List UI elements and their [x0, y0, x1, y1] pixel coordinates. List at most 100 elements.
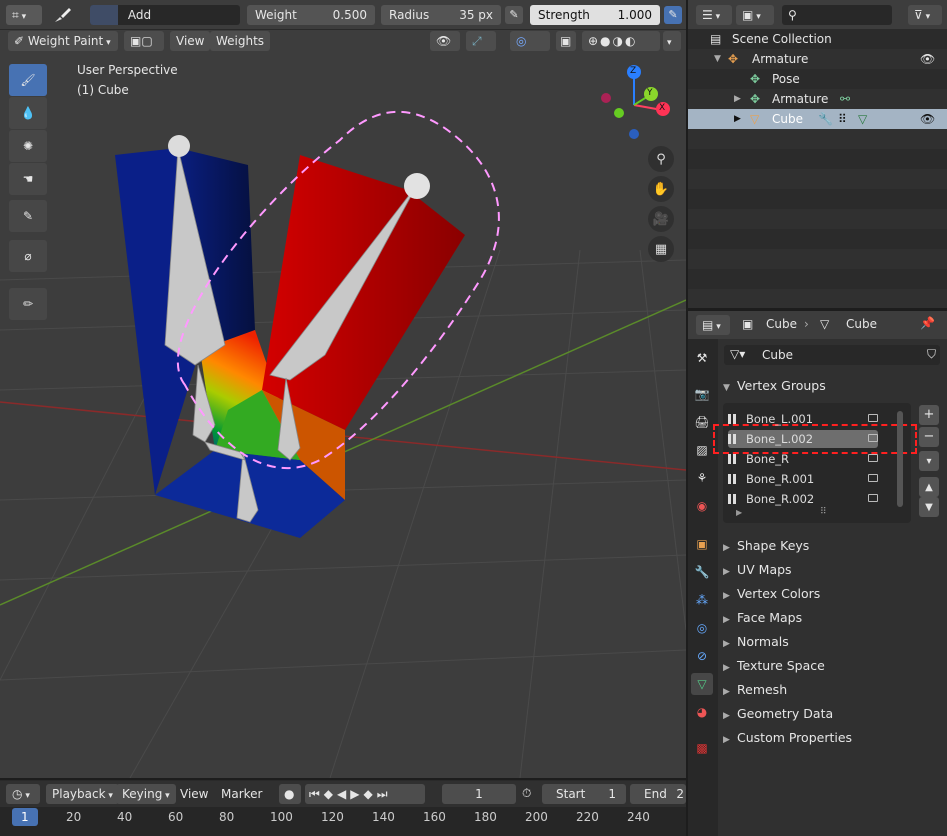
shading-modes[interactable]: ⊕●◑◐ — [582, 31, 660, 51]
radius-field[interactable]: Radius 35 px — [381, 5, 501, 25]
weight-field[interactable]: Weight 0.500 — [247, 5, 375, 25]
tool-smear[interactable]: ☚ — [9, 163, 47, 195]
properties-editor-type[interactable]: ▤ ▾ — [696, 315, 730, 335]
tool-sample-weight[interactable]: ⌀ — [9, 240, 47, 272]
brush-selector[interactable]: Add — [90, 5, 240, 25]
filter-triangle-icon[interactable]: ▶ — [736, 508, 742, 517]
gizmo-x-label[interactable]: X — [659, 103, 665, 113]
visibility-dropdown[interactable]: 👁 — [430, 31, 460, 51]
camera-button[interactable]: 🎥 — [648, 206, 674, 232]
filter-button[interactable]: ⊽ ▾ — [908, 5, 942, 25]
lock-icon[interactable] — [868, 414, 878, 422]
radius-pressure-toggle[interactable]: ✎ — [505, 6, 523, 24]
outliner-row-armature[interactable]: ▼ ✥ Armature 👁 — [688, 49, 947, 69]
vertex-group-row[interactable]: Bone_R.002 — [728, 490, 878, 508]
expand-triangle-icon[interactable]: ▶ — [734, 109, 741, 129]
tab-object[interactable]: ▣ — [691, 533, 713, 555]
panel-header[interactable]: ▶ Remesh — [723, 682, 787, 697]
tab-modifiers[interactable]: 🔧 — [691, 561, 713, 583]
tool-blur[interactable]: 💧 — [9, 97, 47, 129]
tab-data[interactable]: ▽ — [691, 673, 713, 695]
eye-icon[interactable]: 👁 — [920, 49, 935, 69]
playback-menu[interactable]: Playback ▾ — [46, 784, 119, 804]
vertex-group-row[interactable]: Bone_L.002 — [728, 430, 878, 448]
outliner-editor-type[interactable]: ☰ ▾ — [696, 5, 732, 25]
tool-draw[interactable]: 🖌 — [9, 64, 47, 96]
strength-field[interactable]: Strength 1.000 — [530, 5, 660, 25]
record-button[interactable]: ● — [279, 784, 301, 804]
timeline-editor-type[interactable]: ◷ ▾ — [6, 784, 40, 804]
3d-viewport[interactable]: Z Y X ✐ Weight Paint ▾ ▣▢ View Weights 👁… — [0, 30, 686, 778]
eye-icon[interactable]: 👁 — [920, 109, 935, 129]
timeline-view-menu[interactable]: View — [180, 787, 208, 801]
outliner-row-pose[interactable]: ✥ Pose — [688, 69, 947, 89]
vertex-group-row[interactable]: Bone_R.001 — [728, 470, 878, 488]
add-vertex-group-button[interactable]: + — [919, 405, 939, 425]
resize-handle-icon[interactable]: ⠿ — [820, 507, 827, 517]
outliner-search[interactable]: ⚲ — [782, 5, 892, 25]
overlay-toggle[interactable]: ◎ — [510, 31, 550, 51]
tool-average[interactable]: ✺ — [9, 130, 47, 162]
lock-icon[interactable] — [868, 434, 878, 442]
panel-header[interactable]: ▶ Face Maps — [723, 610, 802, 625]
data-name-field[interactable]: ▽▾ Cube ⛉ — [724, 345, 940, 365]
tab-texture[interactable]: ▩ — [691, 737, 713, 759]
breadcrumb-data[interactable]: Cube — [846, 317, 877, 331]
perspective-toggle-button[interactable]: ▦ — [648, 236, 674, 262]
panel-header[interactable]: ▶ Texture Space — [723, 658, 825, 673]
tab-scene[interactable]: ⚘ — [691, 467, 713, 489]
vertex-group-specials-button[interactable]: ▾ — [919, 451, 939, 471]
stopwatch-icon[interactable]: ⏱ — [522, 786, 531, 801]
list-scrollbar[interactable] — [897, 411, 903, 507]
tab-world[interactable]: ◉ — [691, 495, 713, 517]
panel-header[interactable]: ▶ Geometry Data — [723, 706, 833, 721]
tab-physics[interactable]: ◎ — [691, 617, 713, 639]
expand-triangle-icon[interactable]: ▼ — [714, 49, 721, 69]
lock-icon[interactable] — [868, 474, 878, 482]
move-up-button[interactable]: ▲ — [919, 477, 939, 497]
xray-toggle[interactable]: ▣ — [556, 31, 576, 51]
tab-tool[interactable]: ⚒ — [691, 347, 713, 369]
tool-gradient[interactable]: ✎ — [9, 200, 47, 232]
zoom-button[interactable]: ⚲ — [648, 146, 674, 172]
expand-triangle-icon[interactable]: ▶ — [734, 89, 741, 109]
mask-toggle[interactable]: ▣▢ — [124, 31, 164, 51]
outliner-row-cube[interactable]: ▶ ▽ Cube 🔧 ⠿ ▽ 👁 — [688, 109, 947, 129]
remove-vertex-group-button[interactable]: − — [919, 427, 939, 447]
strength-pressure-toggle[interactable]: ✎ — [664, 6, 682, 24]
panel-header[interactable]: ▶ UV Maps — [723, 562, 792, 577]
tab-particles[interactable]: ⁂ — [691, 589, 713, 611]
shading-dropdown[interactable]: ▾ — [663, 31, 681, 51]
display-mode-button[interactable]: ▣ ▾ — [736, 5, 774, 25]
outliner-row-armature-data[interactable]: ▶ ✥ Armature ⚯ — [688, 89, 947, 109]
lock-icon[interactable] — [868, 454, 878, 462]
move-down-button[interactable]: ▼ — [919, 497, 939, 517]
editor-type-button[interactable]: ⌗ ▾ — [6, 5, 42, 25]
panel-vertex-groups-header[interactable]: ▼ Vertex Groups — [723, 378, 826, 393]
keying-menu[interactable]: Keying ▾ — [116, 784, 176, 804]
end-frame-field[interactable]: End 2 — [630, 784, 686, 804]
tab-constraints[interactable]: ⊘ — [691, 645, 713, 667]
pin-icon[interactable]: 📌 — [920, 316, 935, 330]
timeline-marker-menu[interactable]: Marker — [221, 787, 262, 801]
outliner-row-scene-collection[interactable]: ▤ Scene Collection — [688, 29, 947, 49]
gizmo-z-label[interactable]: Z — [630, 66, 636, 76]
menu-weights[interactable]: Weights — [210, 31, 271, 51]
breadcrumb-object[interactable]: Cube — [766, 317, 797, 331]
tab-view-layer[interactable]: ▨ — [691, 439, 713, 461]
tab-material[interactable]: ◕ — [691, 701, 713, 723]
playback-controls[interactable]: ⏮◆◀▶◆⏭ — [305, 784, 425, 804]
vertex-group-row[interactable]: Bone_L.001 — [728, 410, 878, 428]
start-frame-field[interactable]: Start 1 — [542, 784, 626, 804]
menu-view[interactable]: View — [170, 31, 211, 51]
tab-render[interactable]: 📷 — [691, 383, 713, 405]
gizmo-y-label[interactable]: Y — [647, 88, 653, 98]
panel-header[interactable]: ▶ Vertex Colors — [723, 586, 820, 601]
panel-header[interactable]: ▶ Shape Keys — [723, 538, 809, 553]
current-frame-field[interactable]: 1 — [442, 784, 516, 804]
panel-header[interactable]: ▶ Custom Properties — [723, 730, 852, 745]
vertex-group-row[interactable]: Bone_R — [728, 450, 878, 468]
tool-annotate[interactable]: ✏ — [9, 288, 47, 320]
gizmo-toggle[interactable]: ⤢ — [466, 31, 496, 51]
panel-header[interactable]: ▶ Normals — [723, 634, 789, 649]
